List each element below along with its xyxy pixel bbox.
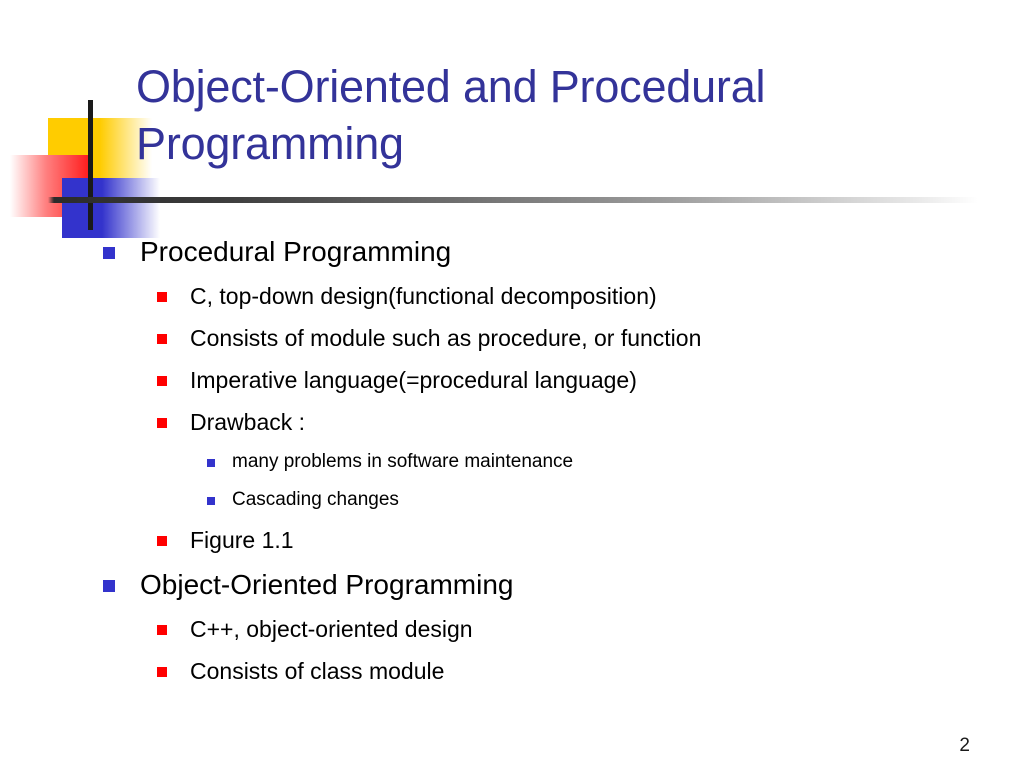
- bullet-square-icon: [157, 418, 167, 428]
- list-item: Consists of module such as procedure, or…: [0, 317, 1024, 359]
- slide-body-list: Procedural Programming C, top-down desig…: [0, 228, 1024, 692]
- list-item: Imperative language(=procedural language…: [0, 359, 1024, 401]
- list-item: many problems in software maintenance: [0, 443, 1024, 481]
- bullet-square-icon: [207, 459, 215, 467]
- bullet-square-icon: [103, 580, 115, 592]
- logo-vertical-rule: [88, 100, 93, 230]
- slide-title: Object-Oriented and Procedural Programmi…: [136, 61, 766, 169]
- bullet-square-icon: [157, 376, 167, 386]
- bullet-square-icon: [207, 497, 215, 505]
- list-item-label: C++, object-oriented design: [190, 616, 473, 642]
- list-item-label: Procedural Programming: [140, 236, 452, 267]
- list-item-label: Figure 1.1: [190, 527, 294, 553]
- list-item: Cascading changes: [0, 481, 1024, 519]
- page-number: 2: [959, 735, 970, 756]
- bullet-square-icon: [157, 667, 167, 677]
- list-item-label: Consists of module such as procedure, or…: [190, 325, 702, 351]
- list-item: Procedural Programming: [0, 228, 1024, 275]
- list-item-label: Imperative language(=procedural language…: [190, 367, 637, 393]
- list-item: Object-Oriented Programming: [0, 561, 1024, 608]
- list-item: C, top-down design(functional decomposit…: [0, 275, 1024, 317]
- list-item-label: Drawback :: [190, 409, 306, 435]
- bullet-square-icon: [157, 625, 167, 635]
- list-item-label: Object-Oriented Programming: [140, 569, 514, 600]
- list-item: Consists of class module: [0, 650, 1024, 692]
- title-divider-rule: [18, 197, 978, 203]
- bullet-square-icon: [157, 334, 167, 344]
- bullet-square-icon: [157, 292, 167, 302]
- list-item: Drawback :: [0, 401, 1024, 443]
- list-item: C++, object-oriented design: [0, 608, 1024, 650]
- list-item: Figure 1.1: [0, 519, 1024, 561]
- bullet-square-icon: [103, 247, 115, 259]
- bullet-square-icon: [157, 536, 167, 546]
- list-item-label: C, top-down design(functional decomposit…: [190, 283, 657, 309]
- list-item-label: many problems in software maintenance: [232, 451, 574, 472]
- list-item-label: Consists of class module: [190, 658, 445, 684]
- list-item-label: Cascading changes: [232, 489, 399, 510]
